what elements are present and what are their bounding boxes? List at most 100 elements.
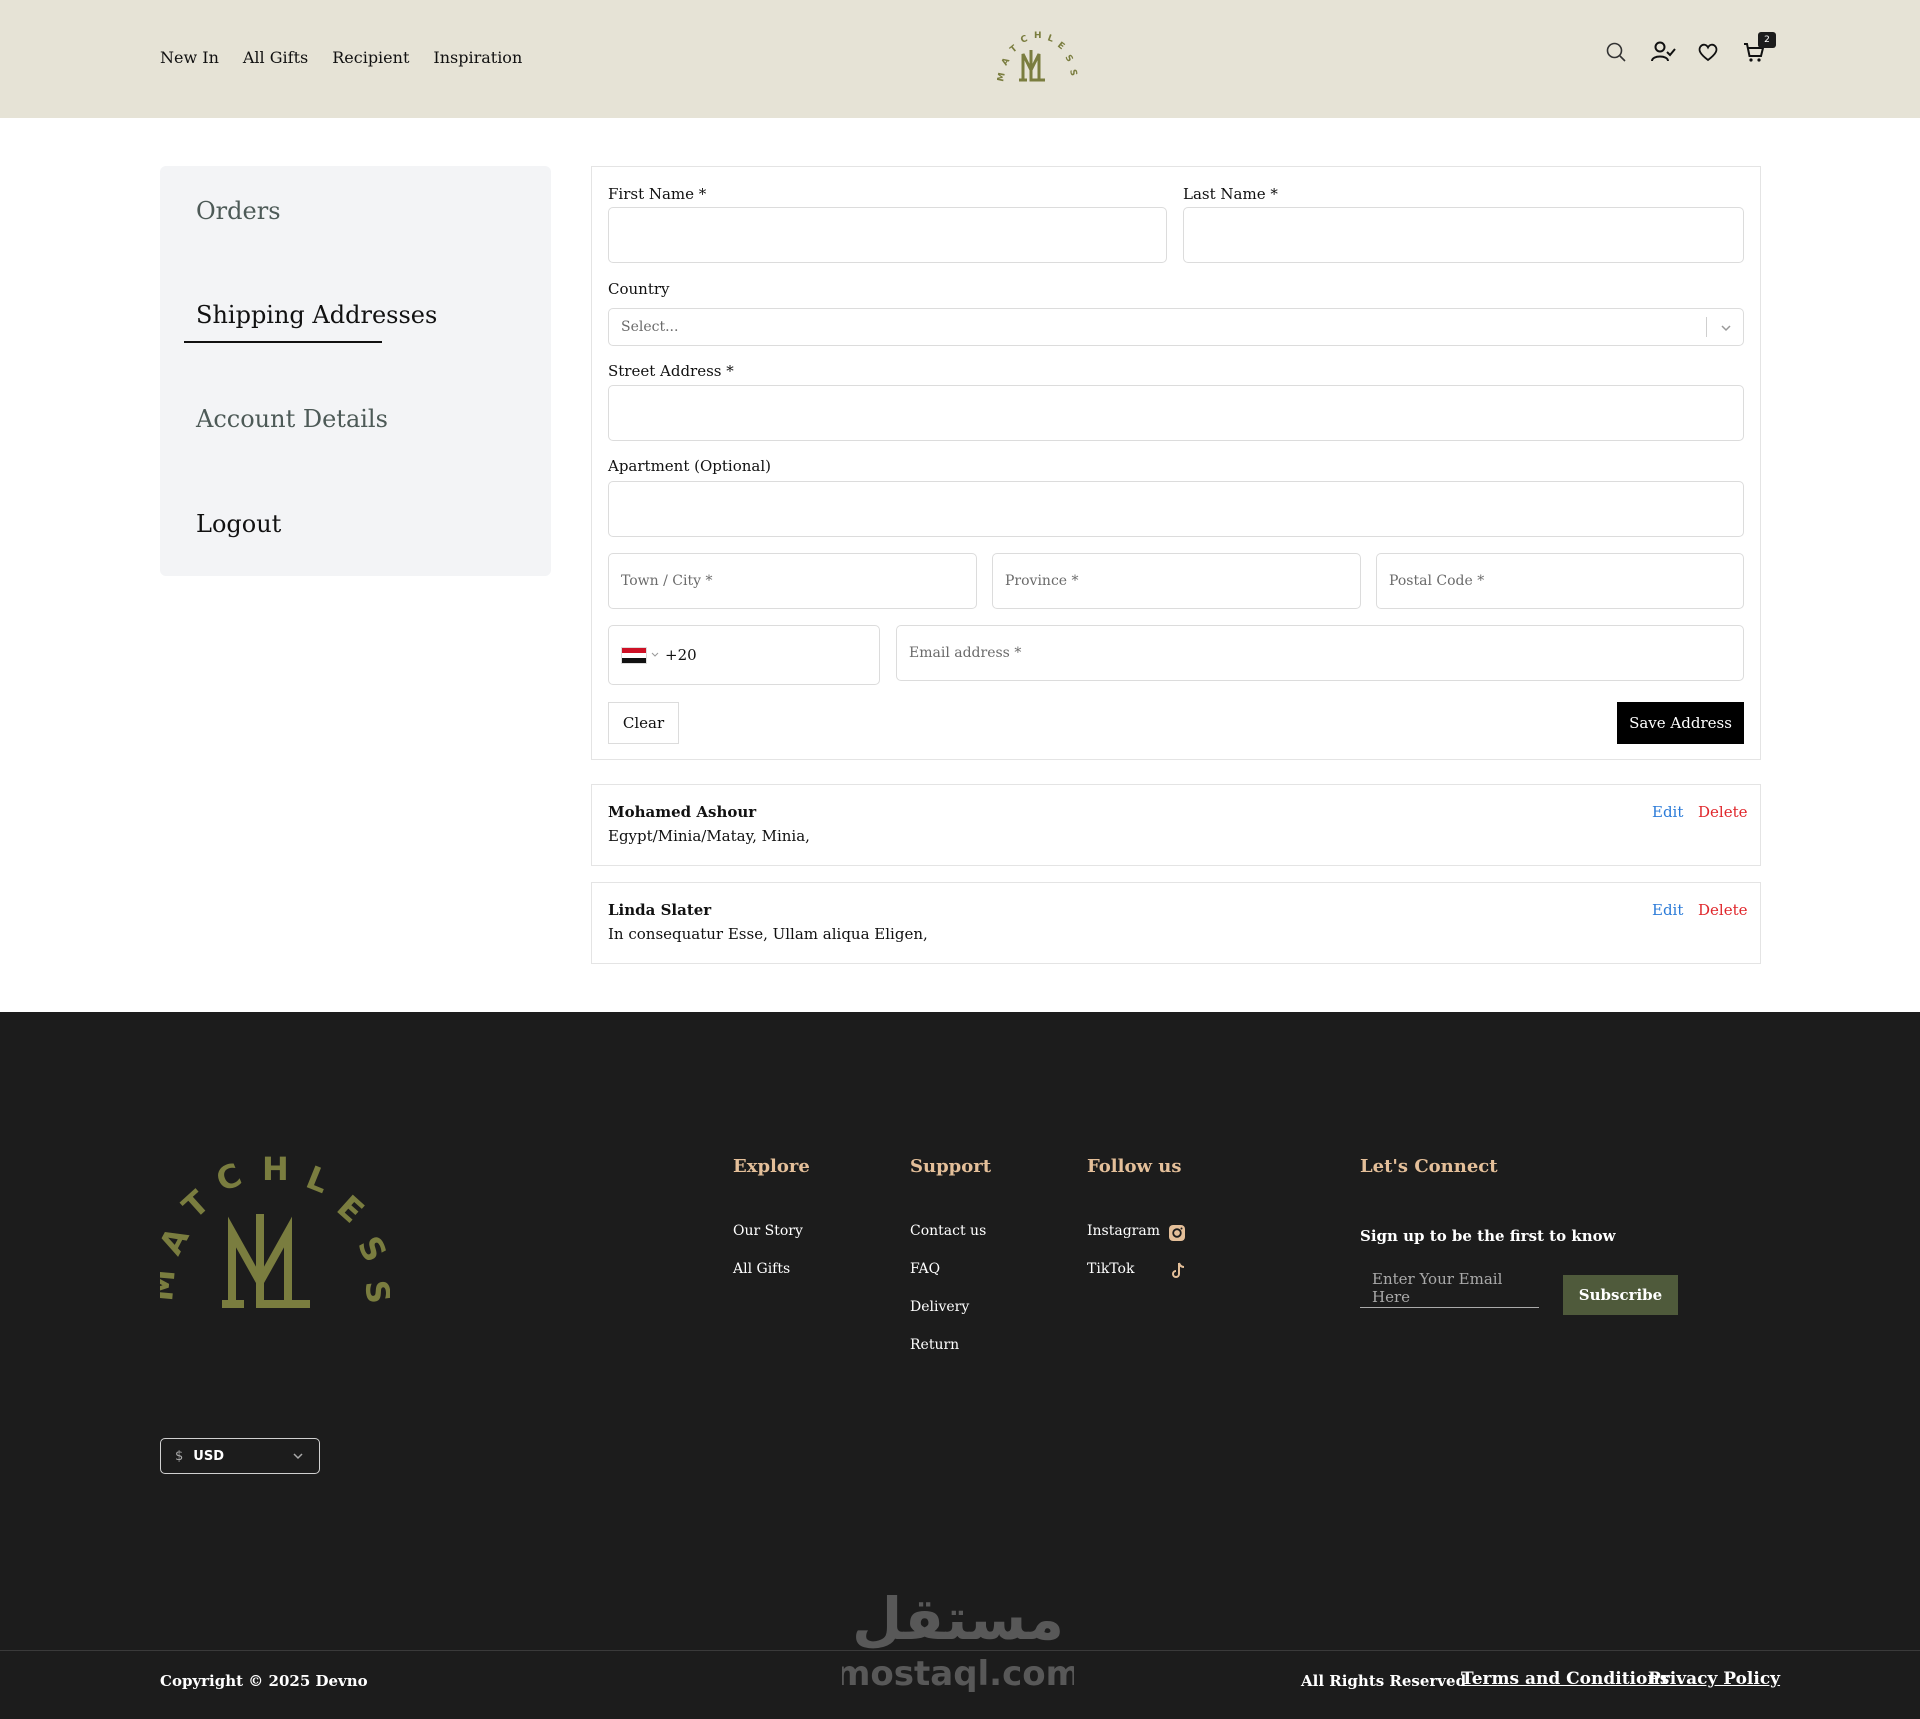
site-footer: M A T C H L E S S Explore Our Story All … [0, 1012, 1920, 1719]
subscribe-button[interactable]: Subscribe [1563, 1275, 1678, 1315]
country-select-value: Select... [621, 319, 679, 335]
footer-link-return[interactable]: Return [910, 1337, 959, 1353]
nav-new-in[interactable]: New In [160, 48, 219, 67]
edit-address-button[interactable]: Edit [1652, 901, 1683, 919]
privacy-link[interactable]: Privacy Policy [1648, 1669, 1780, 1689]
svg-text:T: T [1009, 43, 1021, 55]
sidebar-item-shipping-addresses[interactable]: Shipping Addresses [196, 301, 437, 329]
tiktok-icon[interactable] [1170, 1262, 1186, 1280]
last-name-label: Last Name * [1183, 185, 1278, 203]
footer-copyright: Copyright © 2025 Devno [160, 1672, 368, 1690]
svg-text:L: L [301, 1158, 334, 1201]
delete-address-button[interactable]: Delete [1698, 803, 1747, 821]
email-input[interactable]: Email address * [896, 625, 1744, 681]
svg-text:H: H [1034, 31, 1042, 41]
footer-connect-title: Let's Connect [1360, 1156, 1498, 1177]
matchless-footer-logo[interactable]: M A T C H L E S S [160, 1152, 390, 1327]
address-line: In consequatur Esse, Ullam aliqua Eligen… [608, 925, 928, 943]
svg-text:L: L [1046, 33, 1055, 44]
header-icons: 2 [1604, 32, 1776, 64]
chevron-down-icon [1721, 325, 1731, 332]
postal-code-placeholder: Postal Code * [1389, 573, 1485, 589]
nav-all-gifts[interactable]: All Gifts [243, 48, 308, 67]
sidebar-item-account-details[interactable]: Account Details [196, 405, 388, 433]
first-name-input[interactable] [608, 207, 1167, 263]
newsletter-email-placeholder: Enter Your Email Here [1372, 1269, 1503, 1306]
newsletter-email-input[interactable]: Enter Your Email Here [1360, 1268, 1539, 1308]
city-placeholder: Town / City * [621, 573, 713, 589]
first-name-label: First Name * [608, 185, 707, 203]
watermark-arabic: مستقل [852, 1585, 1064, 1653]
address-name: Mohamed Ashour [608, 803, 757, 821]
footer-link-delivery[interactable]: Delivery [910, 1299, 969, 1315]
footer-link-faq[interactable]: FAQ [910, 1261, 940, 1277]
footer-link-our-story[interactable]: Our Story [733, 1223, 803, 1239]
address-form: First Name * Last Name * Country Select.… [591, 166, 1761, 760]
svg-text:H: H [262, 1152, 289, 1188]
svg-text:A: A [1000, 56, 1012, 67]
mostaql-watermark: مستقل mostaql.com [842, 1585, 1074, 1694]
footer-signup-text: Sign up to be the first to know [1360, 1227, 1616, 1245]
country-select[interactable]: Select... [608, 308, 1744, 346]
phone-input[interactable]: +20 [608, 625, 880, 685]
watermark-latin: mostaql.com [842, 1654, 1074, 1694]
apartment-label: Apartment (Optional) [608, 457, 771, 475]
delete-address-button[interactable]: Delete [1698, 901, 1747, 919]
account-sidebar: Orders Shipping Addresses Account Detail… [160, 166, 551, 576]
account-icon[interactable] [1650, 40, 1676, 64]
edit-address-button[interactable]: Edit [1652, 803, 1683, 821]
save-address-button[interactable]: Save Address [1617, 702, 1744, 744]
svg-text:S: S [1062, 53, 1074, 64]
address-card: Linda Slater In consequatur Esse, Ullam … [591, 882, 1761, 964]
last-name-input[interactable] [1183, 207, 1744, 263]
footer-link-tiktok[interactable]: TikTok [1087, 1261, 1134, 1277]
svg-text:A: A [160, 1221, 197, 1261]
site-header: New In All Gifts Recipient Inspiration M… [0, 0, 1920, 118]
svg-text:S: S [357, 1278, 390, 1306]
footer-rights: All Rights Reserved [1301, 1672, 1467, 1690]
dollar-icon: $ [175, 1448, 184, 1464]
nav-inspiration[interactable]: Inspiration [433, 48, 522, 67]
footer-follow-title: Follow us [1087, 1156, 1182, 1177]
phone-code: +20 [665, 646, 697, 664]
currency-selector[interactable]: $ USD [160, 1438, 320, 1474]
terms-link[interactable]: Terms and Conditions [1461, 1669, 1669, 1689]
svg-text:M: M [160, 1268, 183, 1303]
email-placeholder: Email address * [909, 645, 1022, 661]
cart-count-badge: 2 [1758, 32, 1776, 48]
svg-text:S: S [350, 1230, 390, 1268]
footer-link-all-gifts[interactable]: All Gifts [733, 1261, 790, 1277]
search-icon[interactable] [1604, 40, 1628, 64]
street-address-input[interactable] [608, 385, 1744, 441]
heart-icon[interactable] [1696, 40, 1720, 64]
footer-divider [0, 1650, 1920, 1651]
svg-text:E: E [330, 1188, 372, 1231]
svg-text:E: E [1055, 40, 1066, 52]
instagram-icon[interactable] [1168, 1224, 1186, 1242]
cart-icon[interactable]: 2 [1742, 32, 1776, 64]
clear-button[interactable]: Clear [608, 702, 679, 744]
footer-link-contact[interactable]: Contact us [910, 1223, 986, 1239]
egypt-flag-icon[interactable] [621, 646, 647, 664]
sidebar-item-logout[interactable]: Logout [196, 510, 281, 538]
svg-text:C: C [1019, 34, 1029, 46]
footer-support-title: Support [910, 1156, 992, 1177]
matchless-logo[interactable]: M A T C H L E S S [997, 28, 1083, 90]
select-separator [1706, 317, 1707, 337]
chevron-down-icon [651, 652, 659, 657]
currency-value: USD [193, 1448, 224, 1464]
footer-link-instagram[interactable]: Instagram [1087, 1223, 1160, 1239]
apartment-input[interactable] [608, 481, 1744, 537]
city-input[interactable]: Town / City * [608, 553, 977, 609]
province-input[interactable]: Province * [992, 553, 1361, 609]
svg-text:T: T [175, 1183, 217, 1226]
active-tab-underline [184, 341, 382, 343]
province-placeholder: Province * [1005, 573, 1079, 589]
nav-recipient[interactable]: Recipient [332, 48, 409, 67]
street-address-label: Street Address * [608, 362, 734, 380]
sidebar-item-orders[interactable]: Orders [196, 197, 281, 225]
postal-code-input[interactable]: Postal Code * [1376, 553, 1744, 609]
svg-text:M: M [997, 72, 1008, 83]
main-nav: New In All Gifts Recipient Inspiration [160, 48, 522, 67]
address-card: Mohamed Ashour Egypt/Minia/Matay, Minia,… [591, 784, 1761, 866]
